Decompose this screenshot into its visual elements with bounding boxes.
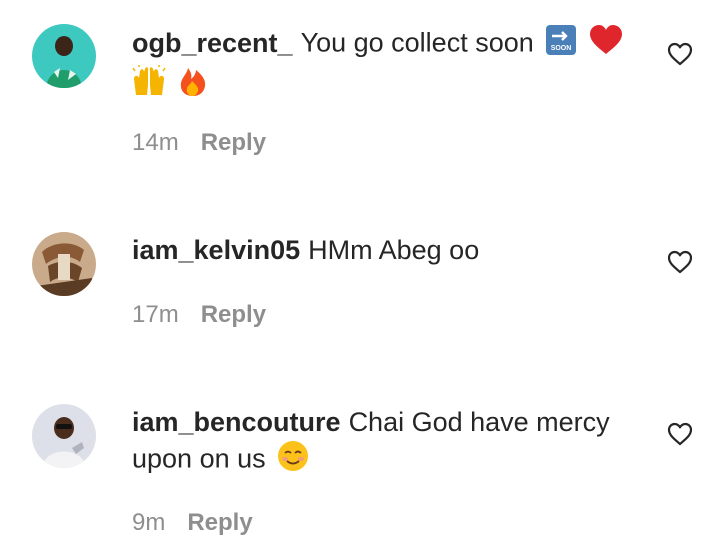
comment-timestamp: 9m xyxy=(132,509,166,536)
reply-button[interactable]: Reply xyxy=(201,129,266,156)
red-heart-icon xyxy=(589,24,623,65)
comment-text: HMm Abeg oo xyxy=(308,235,480,265)
like-heart-icon[interactable] xyxy=(666,248,694,276)
soon-arrow-icon: SOON xyxy=(545,24,577,65)
like-heart-icon[interactable] xyxy=(666,40,694,68)
fire-icon xyxy=(178,65,208,106)
reply-button[interactable]: Reply xyxy=(187,509,252,536)
comment-username[interactable]: iam_bencouture xyxy=(132,407,341,437)
avatar[interactable] xyxy=(32,24,96,88)
svg-text:SOON: SOON xyxy=(551,45,572,52)
smiling-face-icon xyxy=(277,440,309,481)
avatar[interactable] xyxy=(32,232,96,296)
comment-timestamp: 14m xyxy=(132,129,179,156)
avatar[interactable] xyxy=(32,404,96,468)
comment-username[interactable]: iam_kelvin05 xyxy=(132,235,300,265)
comment-text: You go collect soon xyxy=(300,27,534,58)
comment-username[interactable]: ogb_recent_ xyxy=(132,28,293,58)
like-heart-icon[interactable] xyxy=(666,420,694,448)
reply-button[interactable]: Reply xyxy=(201,301,266,328)
raised-hands-icon xyxy=(132,65,166,106)
comment-timestamp: 17m xyxy=(132,301,179,328)
